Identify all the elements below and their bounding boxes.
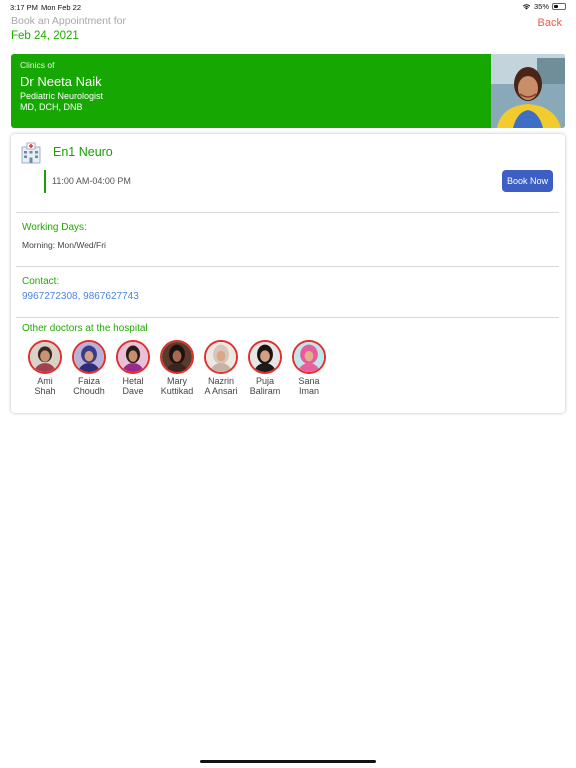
battery-fill (554, 5, 558, 8)
doctor-name: Dr Neeta Naik (20, 74, 102, 89)
status-indicators: 35% (522, 2, 566, 11)
doctor-last-name: Shah (34, 386, 56, 396)
doctor-item[interactable]: Ami Shah (23, 340, 67, 396)
doctor-degrees: MD, DCH, DNB (20, 102, 83, 112)
banner-label: Clinics of (20, 60, 55, 70)
doctor-item[interactable]: Hetal Dave (111, 340, 155, 396)
page-title: Book an Appointment for (11, 15, 126, 27)
doctor-avatar (248, 340, 282, 374)
doctor-last-name: Iman (298, 386, 319, 396)
battery-percent: 35% (533, 2, 549, 11)
doctor-photo (491, 54, 565, 128)
doctor-item[interactable]: Puja Baliram (243, 340, 287, 396)
other-doctors-label: Other doctors at the hospital (22, 323, 148, 334)
slot-time: 11:00 AM-04:00 PM (52, 176, 131, 186)
slot-indicator (44, 170, 46, 193)
wifi-icon (522, 4, 531, 10)
home-indicator[interactable] (200, 760, 376, 763)
contact-label: Contact: (22, 276, 60, 287)
doctor-item[interactable]: Mary Kuttikad (155, 340, 199, 396)
working-days-value: Morning: Mon/Wed/Fri (22, 240, 106, 250)
status-bar: 3:17 PM Mon Feb 22 35% (0, 0, 576, 14)
doctor-first-name: Sana (298, 376, 320, 386)
battery-icon (552, 3, 566, 10)
doctor-first-name: Nazrin (207, 376, 234, 386)
back-button[interactable]: Back (538, 17, 562, 29)
doctor-last-name: A Ansari (204, 386, 238, 396)
doctor-first-name: Puja (255, 376, 274, 386)
doctor-banner: Clinics of Dr Neeta Naik Pediatric Neuro… (11, 54, 565, 128)
clinic-name: En1 Neuro (53, 145, 113, 159)
doctor-avatar (72, 340, 106, 374)
working-days-label: Working Days: (22, 222, 87, 233)
doctor-first-name: Ami (37, 376, 53, 386)
status-time: 3:17 PM (10, 3, 38, 12)
doctor-last-name: Kuttikad (160, 386, 194, 396)
doctor-item[interactable]: Faiza Choudh (67, 340, 111, 396)
contact-phones[interactable]: 9967272308, 9867627743 (22, 291, 139, 302)
doctor-avatar (28, 340, 62, 374)
doctor-avatar (116, 340, 150, 374)
status-date: Mon Feb 22 (41, 3, 82, 12)
doctor-last-name: Choudh (73, 386, 105, 396)
other-doctors-list: Ami Shah Faiza Choudh Hetal Dave Mary Ku… (23, 340, 331, 396)
appointment-date[interactable]: Feb 24, 2021 (11, 30, 79, 42)
doctor-item[interactable]: Nazrin A Ansari (199, 340, 243, 396)
divider (16, 212, 559, 213)
doctor-specialty: Pediatric Neurologist (20, 91, 104, 101)
doctor-item[interactable]: Sana Iman (287, 340, 331, 396)
divider (16, 317, 559, 318)
clinic-card: En1 Neuro 11:00 AM-04:00 PM Book Now Wor… (11, 134, 565, 413)
book-now-button[interactable]: Book Now (502, 170, 553, 192)
doctor-first-name: Faiza (77, 376, 100, 386)
doctor-avatar (292, 340, 326, 374)
doctor-first-name: Hetal (122, 376, 144, 386)
doctor-avatar (204, 340, 238, 374)
hospital-icon (21, 142, 41, 164)
doctor-first-name: Mary (167, 376, 187, 386)
doctor-last-name: Baliram (249, 386, 281, 396)
doctor-last-name: Dave (122, 386, 144, 396)
doctor-avatar (160, 340, 194, 374)
divider (16, 266, 559, 267)
